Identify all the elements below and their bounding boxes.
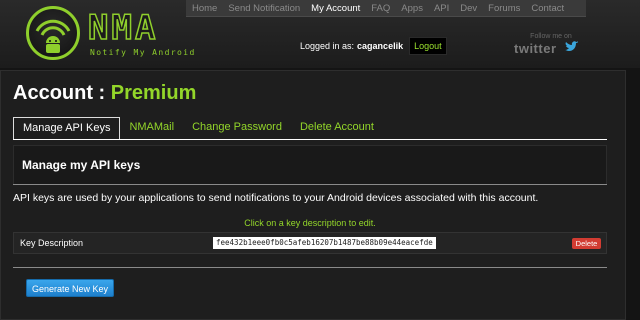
api-keys-description: API keys are used by your applications t… — [13, 192, 539, 204]
login-prefix: Logged in as: — [300, 41, 355, 51]
tab-nmamail[interactable]: NMAMail — [120, 117, 183, 139]
follow-text: Follow me on — [530, 33, 572, 40]
tab-delete-account[interactable]: Delete Account — [291, 117, 383, 139]
generate-key-button[interactable]: Generate New Key — [26, 279, 114, 297]
tab-manage-api-keys[interactable]: Manage API Keys — [13, 117, 121, 139]
login-status: Logged in as: cagancelik Logout — [300, 37, 447, 55]
android-wifi-icon — [26, 6, 80, 60]
edit-hint: Click on a key description to edit. — [244, 218, 376, 228]
twitter-link[interactable]: twitter — [514, 41, 557, 56]
section-divider — [13, 184, 607, 185]
account-plan: Premium — [110, 82, 197, 104]
page-title: Account : Premium — [13, 82, 196, 105]
account-tabs: Manage API Keys NMAMail Change Password … — [13, 117, 613, 139]
key-description[interactable]: Key Description — [20, 238, 83, 248]
nav-home[interactable]: Home — [192, 3, 217, 14]
logo-tagline: Notify My Android — [90, 48, 196, 57]
nav-faq[interactable]: FAQ — [371, 3, 390, 14]
footer-divider — [13, 267, 607, 268]
nav-dev[interactable]: Dev — [460, 3, 477, 14]
tab-change-password[interactable]: Change Password — [183, 117, 291, 139]
nav-my-account[interactable]: My Account — [311, 3, 360, 14]
top-navigation: Home Send Notification My Account FAQ Ap… — [186, 0, 586, 17]
tab-divider — [13, 139, 607, 140]
nav-send-notification[interactable]: Send Notification — [228, 3, 300, 14]
logout-button[interactable]: Logout — [409, 37, 447, 55]
twitter-bird-icon[interactable] — [565, 40, 579, 52]
title-prefix: Account : — [13, 82, 106, 104]
nav-api[interactable]: API — [434, 3, 449, 14]
logo-wordmark: NMA — [87, 8, 159, 48]
nav-contact[interactable]: Contact — [531, 3, 564, 14]
nav-apps[interactable]: Apps — [401, 3, 423, 14]
api-key-value[interactable]: fee432b1eee0fb0c5afeb16207b1487be88b09e4… — [213, 237, 436, 249]
site-header: NMA Notify My Android Home Send Notifica… — [0, 0, 640, 68]
logo[interactable]: NMA Notify My Android — [26, 6, 194, 62]
username: cagancelik — [357, 41, 404, 51]
nav-forums[interactable]: Forums — [488, 3, 520, 14]
section-title: Manage my API keys — [22, 158, 141, 172]
delete-key-button[interactable]: Delete — [572, 238, 601, 249]
